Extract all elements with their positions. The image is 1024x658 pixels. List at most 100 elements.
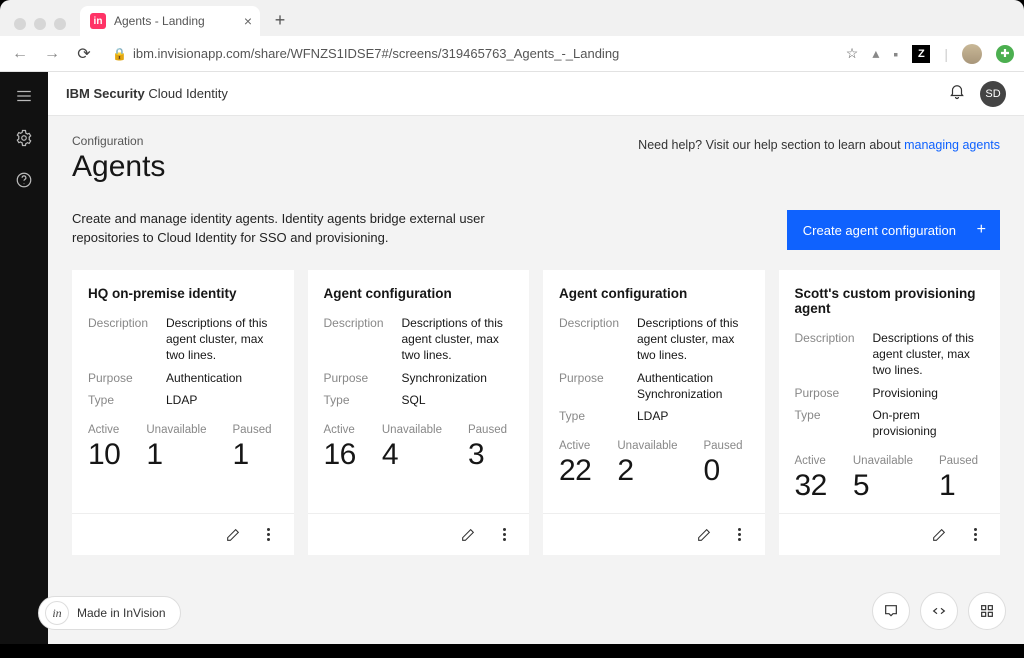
overflow-menu-icon[interactable] xyxy=(254,520,284,550)
label-paused: Paused xyxy=(232,424,271,436)
label-active: Active xyxy=(795,455,827,467)
card-purpose: Authentication xyxy=(166,370,242,386)
page-lead: Create and manage identity agents. Ident… xyxy=(72,210,502,248)
card-type: LDAP xyxy=(166,392,197,408)
overflow-menu-icon[interactable] xyxy=(960,520,990,550)
card-title: HQ on-premise identity xyxy=(88,286,278,301)
notifications-icon[interactable] xyxy=(948,82,966,105)
left-rail xyxy=(0,72,48,644)
label-active: Active xyxy=(559,440,591,452)
page-title: Agents xyxy=(72,150,165,184)
card-type: SQL xyxy=(402,392,426,408)
grid-icon[interactable] xyxy=(968,592,1006,630)
invision-badge[interactable]: in Made in InVision xyxy=(38,596,181,630)
forward-button[interactable]: → xyxy=(42,45,62,63)
tab-close-icon[interactable]: × xyxy=(244,13,252,29)
card-description: Descriptions of this agent cluster, max … xyxy=(402,315,514,364)
brand-strong: IBM Security xyxy=(66,86,145,101)
help-icon[interactable] xyxy=(12,168,36,192)
card-purpose: AuthenticationSynchronization xyxy=(637,370,722,402)
url-text: ibm.invisionapp.com/share/WFNZS1IDSE7#/s… xyxy=(133,46,619,61)
overflow-menu-icon[interactable] xyxy=(489,520,519,550)
card-description: Descriptions of this agent cluster, max … xyxy=(637,315,749,364)
tab-title: Agents - Landing xyxy=(114,14,205,28)
label-type: Type xyxy=(795,407,873,439)
stat-active: 32 xyxy=(795,469,827,503)
stat-paused: 1 xyxy=(232,438,271,472)
help-prefix: Need help? Visit our help section to lea… xyxy=(638,138,904,152)
traffic-max-icon[interactable] xyxy=(54,18,66,30)
menu-icon[interactable] xyxy=(12,84,36,108)
agent-card[interactable]: HQ on-premise identity DescriptionDescri… xyxy=(72,270,294,555)
primary-button-label: Create agent configuration xyxy=(803,223,956,238)
agent-card[interactable]: Agent configuration DescriptionDescripti… xyxy=(543,270,765,555)
extension-z-icon[interactable]: Z xyxy=(912,45,930,63)
label-purpose: Purpose xyxy=(795,385,873,401)
stat-active: 10 xyxy=(88,438,120,472)
create-agent-button[interactable]: Create agent configuration + xyxy=(787,210,1000,250)
extension-icon[interactable]: ▴ xyxy=(872,45,879,62)
stat-active: 16 xyxy=(324,438,356,472)
label-type: Type xyxy=(559,408,637,424)
browser-tab[interactable]: in Agents - Landing × xyxy=(80,6,260,36)
card-description: Descriptions of this agent cluster, max … xyxy=(873,330,985,379)
edit-icon[interactable] xyxy=(218,520,248,550)
stat-active: 22 xyxy=(559,454,591,488)
label-purpose: Purpose xyxy=(324,370,402,386)
gear-icon[interactable] xyxy=(12,126,36,150)
label-paused: Paused xyxy=(939,455,978,467)
bookmark-star-icon[interactable]: ☆ xyxy=(846,45,859,62)
edit-icon[interactable] xyxy=(689,520,719,550)
label-type: Type xyxy=(324,392,402,408)
stat-unavailable: 2 xyxy=(617,454,677,488)
invision-toolbar xyxy=(872,592,1006,630)
window-controls[interactable] xyxy=(8,18,74,36)
card-type: LDAP xyxy=(637,408,668,424)
address-bar[interactable]: 🔒 ibm.invisionapp.com/share/WFNZS1IDSE7#… xyxy=(106,46,834,61)
card-purpose: Provisioning xyxy=(873,385,938,401)
invision-logo-icon: in xyxy=(45,601,69,625)
brand: IBM Security Cloud Identity xyxy=(66,86,228,101)
label-paused: Paused xyxy=(703,440,742,452)
card-type: On-prem provisioning xyxy=(873,407,985,439)
label-unavailable: Unavailable xyxy=(382,424,442,436)
comment-icon[interactable] xyxy=(872,592,910,630)
traffic-min-icon[interactable] xyxy=(34,18,46,30)
label-unavailable: Unavailable xyxy=(617,440,677,452)
back-button[interactable]: ← xyxy=(10,45,30,63)
invision-favicon-icon: in xyxy=(90,13,106,29)
label-active: Active xyxy=(88,424,120,436)
card-purpose: Synchronization xyxy=(402,370,487,386)
edit-icon[interactable] xyxy=(453,520,483,550)
label-unavailable: Unavailable xyxy=(853,455,913,467)
label-description: Description xyxy=(88,315,166,364)
breadcrumb: Configuration xyxy=(72,134,165,148)
help-link[interactable]: managing agents xyxy=(904,138,1000,152)
code-icon[interactable] xyxy=(920,592,958,630)
browser-chrome: in Agents - Landing × + ← → ⟳ 🔒 ibm.invi… xyxy=(0,0,1024,72)
agent-cards: HQ on-premise identity DescriptionDescri… xyxy=(72,270,1000,555)
agent-card[interactable]: Agent configuration DescriptionDescripti… xyxy=(308,270,530,555)
stat-paused: 0 xyxy=(703,454,742,488)
label-active: Active xyxy=(324,424,356,436)
extension-green-icon[interactable]: ✚ xyxy=(996,45,1014,63)
reload-button[interactable]: ⟳ xyxy=(74,44,94,64)
label-description: Description xyxy=(559,315,637,364)
user-avatar[interactable]: SD xyxy=(980,81,1006,107)
label-description: Description xyxy=(795,330,873,379)
help-text: Need help? Visit our help section to lea… xyxy=(638,134,1000,152)
profile-avatar[interactable] xyxy=(962,44,982,64)
traffic-close-icon[interactable] xyxy=(14,18,26,30)
new-tab-button[interactable]: + xyxy=(266,6,294,34)
overflow-menu-icon[interactable] xyxy=(725,520,755,550)
agent-card[interactable]: Scott's custom provisioning agent Descri… xyxy=(779,270,1001,555)
label-type: Type xyxy=(88,392,166,408)
label-paused: Paused xyxy=(468,424,507,436)
stat-paused: 3 xyxy=(468,438,507,472)
edit-icon[interactable] xyxy=(924,520,954,550)
label-purpose: Purpose xyxy=(88,370,166,386)
stat-unavailable: 1 xyxy=(146,438,206,472)
card-description: Descriptions of this agent cluster, max … xyxy=(166,315,278,364)
card-title: Scott's custom provisioning agent xyxy=(795,286,985,316)
extension-icon[interactable]: ▪ xyxy=(893,46,898,62)
